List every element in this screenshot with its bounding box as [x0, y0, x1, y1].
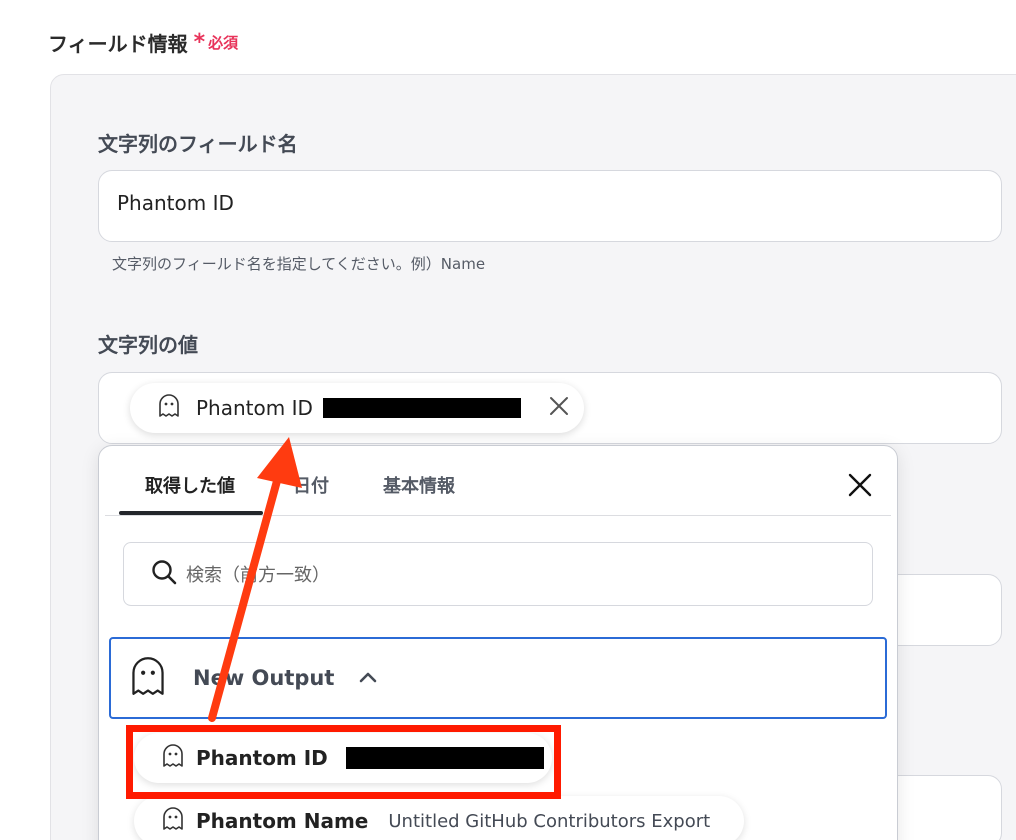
required-badge: * 必須	[193, 29, 239, 55]
redacted-block	[322, 398, 521, 418]
field-name-hint: 文字列のフィールド名を指定してください。例）Name	[112, 255, 486, 273]
field-value-label: 文字列の値	[98, 333, 198, 357]
search-placeholder: 検索（前方一致）	[186, 565, 330, 586]
close-icon[interactable]	[847, 472, 873, 502]
item-label: Phantom Name	[196, 809, 369, 833]
chip-label: Phantom ID	[196, 396, 313, 420]
field-name-value: Phantom ID	[117, 191, 234, 215]
ghost-icon	[160, 806, 186, 836]
ghost-icon	[156, 393, 182, 423]
tab-divider	[105, 515, 891, 516]
group-label: New Output	[193, 666, 335, 690]
section-title: フィールド情報 * 必須	[48, 28, 238, 57]
highlight-box	[126, 725, 561, 799]
ghost-icon	[127, 653, 169, 703]
output-item-phantom-name[interactable]: Phantom Name Untitled GitHub Contributor…	[134, 796, 744, 840]
required-text: 必須	[208, 34, 239, 52]
search-input[interactable]: 検索（前方一致）	[123, 542, 873, 606]
item-value: Untitled GitHub Contributors Export	[388, 810, 711, 832]
active-tab-indicator	[119, 511, 263, 515]
search-icon	[150, 558, 178, 590]
selected-value-chip[interactable]: Phantom ID	[130, 383, 584, 433]
field-name-input[interactable]: Phantom ID	[98, 170, 1002, 242]
field-name-label: 文字列のフィールド名	[98, 132, 298, 156]
tab-basic-info[interactable]: 基本情報	[383, 472, 455, 498]
chevron-up-icon[interactable]	[358, 669, 378, 688]
section-title-text: フィールド情報	[48, 32, 188, 56]
tab-acquired-values[interactable]: 取得した値	[145, 472, 235, 498]
output-group-header[interactable]: New Output	[109, 637, 887, 719]
close-icon[interactable]	[548, 395, 570, 421]
required-mark: *	[193, 29, 206, 55]
tab-date[interactable]: 日付	[293, 472, 329, 498]
